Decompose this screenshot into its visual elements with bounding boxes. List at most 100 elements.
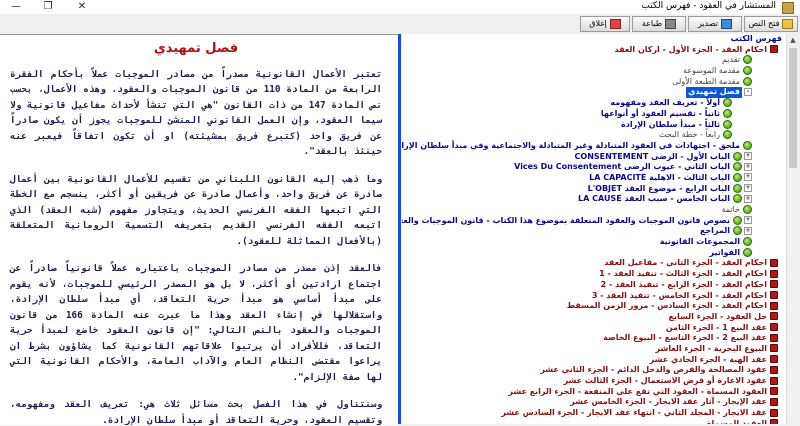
scroll-up-icon[interactable]: ▲ <box>787 34 799 46</box>
tree-node[interactable]: + الباب الخامس - سبب العقد LA CAUSE <box>402 194 782 205</box>
tree-node-label: الباب الأول - الرضى CONSENTEMENT <box>574 151 730 161</box>
window-title: المستشار في العقود - فهرس الكتب <box>641 1 776 11</box>
tree-node[interactable]: + الباب الأول - الرضى CONSENTEMENT <box>402 151 782 163</box>
tree-node[interactable]: + الباب الثالث - الاهلية LA CAPACITE <box>402 172 782 184</box>
book-icon <box>770 397 778 406</box>
tree-node[interactable]: حل العقود - الجزء السابع <box>402 312 782 323</box>
print-button[interactable]: طباعة <box>632 16 686 32</box>
tree-node[interactable]: عقود المصالحة والقرض والدخل الدائم - الج… <box>402 365 782 376</box>
tree-node-label: خاتمة <box>721 205 740 214</box>
tree-node[interactable]: العقود المسماة <box>402 419 782 424</box>
tree-node[interactable]: + نصوص قانون الموجبات والعقود المتعلقة بم… <box>402 215 782 227</box>
book-icon <box>770 280 778 289</box>
page-icon <box>733 172 742 182</box>
tree-node[interactable]: احكام العقد - الجزء الثالث - تنفيذ العقد… <box>402 269 782 280</box>
tree-node-label: البيوع البحرية - الجزء العاشر <box>655 343 767 353</box>
expand-icon[interactable]: + <box>744 173 752 182</box>
expand-icon[interactable]: + <box>744 152 752 161</box>
tree-node[interactable]: + الباب الثاني - عيوب الرضى Vices Du Cons… <box>402 162 782 173</box>
page-icon <box>743 140 752 150</box>
page-icon <box>743 55 752 65</box>
tree-node-label: المجموعات القانونية <box>659 237 740 247</box>
tree-node-label: احكام العقد - الجزء الثالث - تنفيذ العقد… <box>599 269 767 279</box>
tree-node[interactable]: رابعاً - خطة البحث <box>402 130 782 141</box>
tree-node[interactable]: فهرس الكتب <box>402 34 782 45</box>
export-button[interactable]: تصدير <box>688 16 742 32</box>
expand-icon[interactable]: + <box>744 194 752 203</box>
tree-node-label: عقد البيع 2 - الجزء التاسع - البيوع الخا… <box>603 333 767 343</box>
pane-splitter[interactable] <box>398 34 401 424</box>
tree-scrollbar[interactable]: ▲ <box>786 34 799 424</box>
tree-node[interactable]: أولاً - تعريف العقد ومفهومه <box>402 98 782 109</box>
tree-node[interactable]: احكام العقد - الجزء الأول - اركان العقد <box>402 45 782 56</box>
expand-icon[interactable]: + <box>744 184 752 193</box>
tree-node[interactable]: + الباب الرابع - موضوع العقد L'OBJET <box>402 183 782 195</box>
folder-icon <box>782 18 794 29</box>
books-tree-pane[interactable]: فهرس الكتب احكام العقد - الجزء الأول - ار… <box>402 34 796 424</box>
expand-icon[interactable]: + <box>744 216 752 225</box>
tree-node-label: ثانياً - تقسيم العقود أو أنواعها <box>600 108 720 118</box>
tree-node[interactable]: عقد البيع 2 - الجزء التاسع - البيوع الخا… <box>402 333 782 344</box>
tree-node[interactable]: عقد الايجار - المجلد الثاني - انتهاء عقد… <box>402 408 782 419</box>
close-window-button[interactable]: ✕ <box>64 0 100 14</box>
scroll-thumb[interactable] <box>789 48 797 168</box>
tree-node[interactable]: البيوع البحرية - الجزء العاشر <box>402 344 782 355</box>
export-label: تصدير <box>697 19 718 28</box>
expand-icon[interactable]: + <box>744 162 752 171</box>
book-icon <box>770 408 778 417</box>
tree-node[interactable]: ملحق - اجتهادات في العقود المتبادلة وغير… <box>402 140 782 152</box>
tree-node-label: احكام العقد - الجزء الثاني - مفاعيل العق… <box>604 258 767 268</box>
tree-node[interactable]: احكام العقد - الجزء الرابع - تنفيذ العقد… <box>402 280 782 291</box>
book-icon <box>770 291 778 299</box>
tree-node[interactable]: عقد البيع 1 - الجزء الثامن <box>402 323 782 334</box>
collapse-icon[interactable]: - <box>744 87 752 96</box>
tree-node[interactable]: العقود المسماة - العقود التي تقع على الم… <box>402 387 782 398</box>
expand-icon[interactable]: + <box>744 226 752 235</box>
tree-node[interactable]: احكام العقد - الجزء الثاني - مفاعيل العق… <box>402 258 782 269</box>
tree-node[interactable]: عقد الهبة - الجزء الحادي عشر <box>402 355 782 366</box>
tree-node-label: الباب الخامس - سبب العقد LA CAUSE <box>578 194 730 204</box>
page-icon <box>733 215 742 225</box>
tree-node-label: عقد الهبة - الجزء الحادي عشر <box>649 354 767 364</box>
book-icon <box>770 301 778 310</box>
print-label: طباعة <box>641 19 663 28</box>
tree-node[interactable]: المجموعات القانونية <box>402 237 782 248</box>
tree-node-label: الباب الرابع - موضوع العقد L'OBJET <box>587 183 730 193</box>
tree-node-label: العقود المسماة <box>706 418 767 424</box>
tree-node-label: الفواتير <box>709 247 740 257</box>
book-icon <box>770 269 778 278</box>
tree-node[interactable]: + المراجع <box>402 226 782 237</box>
maximize-button[interactable]: ❐ <box>32 0 64 14</box>
document-paragraph: فالعقد إذن مصدر من مصادر الموجبات باعتبا… <box>10 263 383 383</box>
tree-node[interactable]: -فصل تمهيدي <box>402 87 782 99</box>
document-paragraph: تعتبر الأعمال القانونية مصدراً من مصادر … <box>10 68 383 158</box>
tree-node[interactable]: عقود الاعارة أو قرض الاستعمال - الجزء ال… <box>402 376 782 387</box>
document-paragraph: وسنتناول في هذا الفصل بحث مسائل ثلاث هي:… <box>10 399 382 425</box>
open-text-button[interactable]: فتح النص <box>744 16 798 32</box>
tree-node[interactable]: خاتمة <box>402 205 782 216</box>
tree-node-label: تقديم <box>721 55 740 65</box>
tree-node-label: حل العقود - الجزء السابع <box>668 311 767 321</box>
tree-node[interactable]: ثانياً - تقسيم العقود أو أنواعها <box>402 108 782 120</box>
tree-node[interactable]: عقد الإيجار - آثار عقد الايجار - الجزء ا… <box>402 397 782 408</box>
toolbar: فتح النص تصدير طباعة إغلاق <box>0 14 800 34</box>
page-icon <box>743 247 752 257</box>
tree-node-label: العقود المسماة - العقود التي تقع على الم… <box>508 386 767 396</box>
page-icon <box>723 119 732 129</box>
tree-node[interactable]: مقدمة الموسوعة <box>402 66 782 77</box>
app-icon <box>782 2 794 14</box>
tree-node[interactable]: احكام العقد - الجزء الخامس - تنفيذ العقد… <box>402 291 782 302</box>
tree-node[interactable]: الفواتير <box>402 247 782 259</box>
tree-node-label: احكام العقد - الجزء الخامس - تنفيذ العقد… <box>591 290 767 300</box>
tree-node[interactable]: احكام العقد - الجزء السادس - مرور الزمن … <box>402 301 782 312</box>
tree-node[interactable]: مقدمة الطبعة الأولى <box>402 76 782 88</box>
close-button[interactable]: إغلاق <box>580 16 630 32</box>
document-pane[interactable]: فصل تمهيدي تعتبر الأعمال القانونية مصدرا… <box>0 34 398 425</box>
tree-node[interactable]: تقديم <box>402 55 782 66</box>
tree-node[interactable]: ثالثاً - مبدأ سلطان الإرادة <box>402 119 782 131</box>
tree-node-label: عقود المصالحة والقرض والدخل الدائم - الج… <box>540 365 767 375</box>
page-icon <box>733 194 742 204</box>
book-icon <box>770 365 778 374</box>
minimize-button[interactable]: — <box>0 0 32 14</box>
page-icon <box>723 98 732 108</box>
